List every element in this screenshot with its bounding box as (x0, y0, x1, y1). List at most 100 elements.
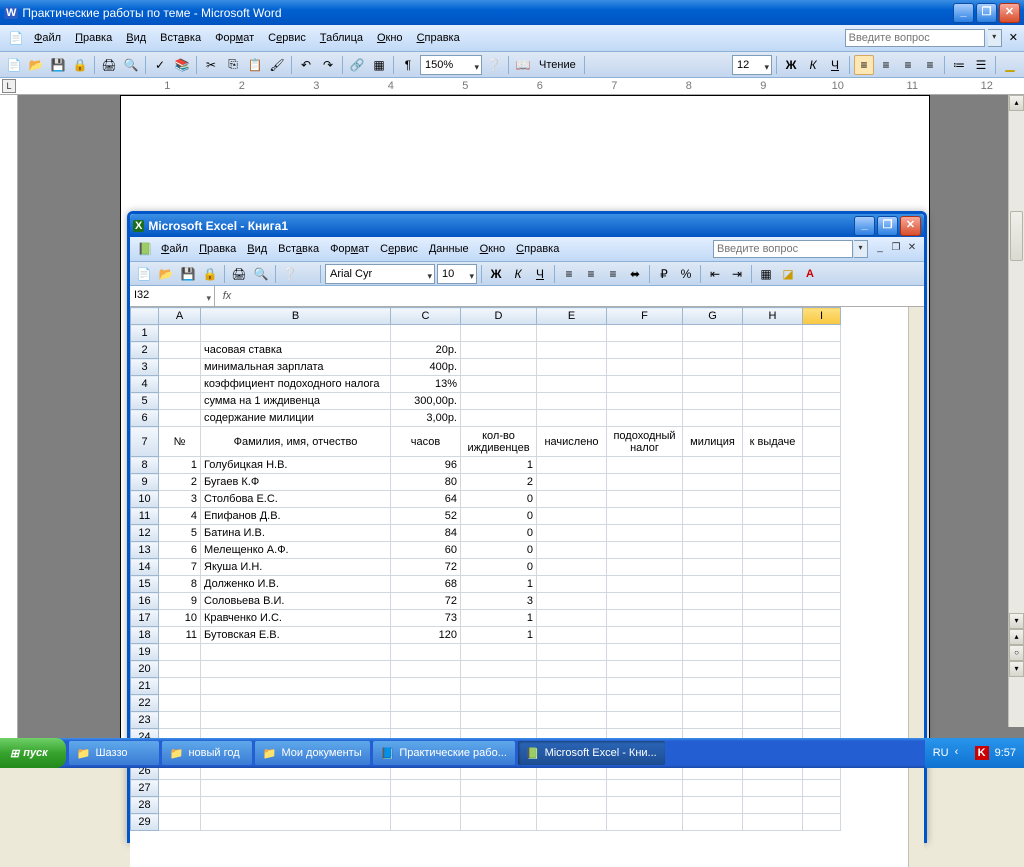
cell[interactable] (803, 661, 841, 678)
cell[interactable] (803, 559, 841, 576)
kaspersky-icon[interactable]: K (975, 746, 989, 760)
cell[interactable] (803, 610, 841, 627)
cell[interactable] (537, 559, 607, 576)
mdi-close[interactable]: ✕ (1009, 32, 1018, 44)
col-header[interactable]: I (803, 308, 841, 325)
cell[interactable] (743, 814, 803, 831)
preview-icon[interactable]: 🔍 (251, 264, 271, 284)
cell[interactable]: коэффициент подоходного налога (201, 376, 391, 393)
cell[interactable]: 400р. (391, 359, 461, 376)
cell[interactable] (461, 678, 537, 695)
cell[interactable] (743, 410, 803, 427)
menu-window[interactable]: Окно (475, 241, 511, 257)
numbering-icon[interactable]: ☰ (971, 55, 991, 75)
font-color-icon[interactable]: A (800, 264, 820, 284)
excel-app-icon[interactable]: 📗 (135, 239, 155, 259)
cell[interactable] (159, 712, 201, 729)
cell[interactable] (743, 491, 803, 508)
cell[interactable] (537, 525, 607, 542)
excel-title-bar[interactable]: X Microsoft Excel - Книга1 _ ❐ ✕ (130, 214, 924, 237)
cell[interactable] (803, 359, 841, 376)
row-header[interactable]: 17 (131, 610, 159, 627)
cell[interactable]: 300,00р. (391, 393, 461, 410)
cell[interactable] (683, 610, 743, 627)
taskbar-item[interactable]: 📁Мои документы (255, 741, 370, 765)
cell[interactable] (683, 457, 743, 474)
cell[interactable] (683, 376, 743, 393)
mdi-minimize[interactable]: _ (873, 242, 887, 256)
menu-format[interactable]: Формат (325, 241, 374, 257)
menu-insert[interactable]: Вставка (154, 30, 207, 46)
cell[interactable] (803, 576, 841, 593)
cell[interactable] (803, 508, 841, 525)
cell[interactable] (537, 542, 607, 559)
col-header[interactable]: G (683, 308, 743, 325)
cell[interactable] (803, 695, 841, 712)
cell[interactable] (743, 457, 803, 474)
cell[interactable] (159, 678, 201, 695)
cell[interactable] (607, 797, 683, 814)
cell[interactable] (683, 627, 743, 644)
system-tray[interactable]: RU ‹ K 9:57 (925, 738, 1024, 768)
cell[interactable] (159, 780, 201, 797)
cell[interactable] (743, 359, 803, 376)
name-box[interactable]: I32 (130, 286, 215, 306)
permission-icon[interactable]: 🔒 (70, 55, 90, 75)
cell[interactable] (803, 474, 841, 491)
cell[interactable] (159, 814, 201, 831)
row-header[interactable]: 9 (131, 474, 159, 491)
preview-icon[interactable]: 🔍 (121, 55, 141, 75)
cell[interactable] (803, 457, 841, 474)
cell[interactable]: часовая ставка (201, 342, 391, 359)
bullets-icon[interactable]: ≔ (949, 55, 969, 75)
align-right-icon[interactable]: ≡ (603, 264, 623, 284)
cell[interactable] (743, 610, 803, 627)
cell[interactable] (683, 342, 743, 359)
open-icon[interactable]: 📂 (156, 264, 176, 284)
cell[interactable] (201, 695, 391, 712)
underline-button[interactable]: Ч (825, 55, 845, 75)
cell[interactable] (391, 712, 461, 729)
cell[interactable] (803, 410, 841, 427)
row-header[interactable]: 18 (131, 627, 159, 644)
menu-view[interactable]: Вид (242, 241, 272, 257)
clock[interactable]: 9:57 (995, 747, 1016, 759)
undo-icon[interactable]: ↶ (296, 55, 316, 75)
cell[interactable] (683, 508, 743, 525)
cell[interactable] (537, 342, 607, 359)
cell[interactable] (537, 410, 607, 427)
scroll-up-icon[interactable]: ▴ (1009, 95, 1024, 111)
cell[interactable] (159, 695, 201, 712)
cell[interactable] (537, 797, 607, 814)
cell[interactable] (159, 644, 201, 661)
hyperlink-icon[interactable]: 🔗 (347, 55, 367, 75)
row-header[interactable]: 10 (131, 491, 159, 508)
cell[interactable] (607, 780, 683, 797)
cell[interactable] (607, 393, 683, 410)
redo-icon[interactable]: ↷ (318, 55, 338, 75)
close-button[interactable]: ✕ (999, 3, 1020, 23)
cell[interactable] (803, 542, 841, 559)
cell[interactable] (743, 542, 803, 559)
cell[interactable] (391, 661, 461, 678)
cell[interactable] (803, 712, 841, 729)
cell[interactable] (201, 780, 391, 797)
cell[interactable] (607, 325, 683, 342)
cell[interactable] (607, 814, 683, 831)
cell[interactable] (391, 644, 461, 661)
save-icon[interactable]: 💾 (48, 55, 68, 75)
menu-edit[interactable]: Правка (194, 241, 241, 257)
row-header[interactable]: 22 (131, 695, 159, 712)
row-header[interactable]: 6 (131, 410, 159, 427)
cell[interactable] (607, 678, 683, 695)
cell[interactable] (391, 678, 461, 695)
cell[interactable] (201, 678, 391, 695)
prev-page-icon[interactable]: ▴ (1009, 629, 1024, 645)
cell[interactable] (743, 797, 803, 814)
cell[interactable] (803, 593, 841, 610)
cell[interactable] (391, 695, 461, 712)
excel-sheet[interactable]: ABCDEFGHI12часовая ставка20р.3минимальна… (130, 307, 924, 867)
cell[interactable] (537, 780, 607, 797)
cell[interactable] (461, 695, 537, 712)
cell[interactable] (461, 661, 537, 678)
